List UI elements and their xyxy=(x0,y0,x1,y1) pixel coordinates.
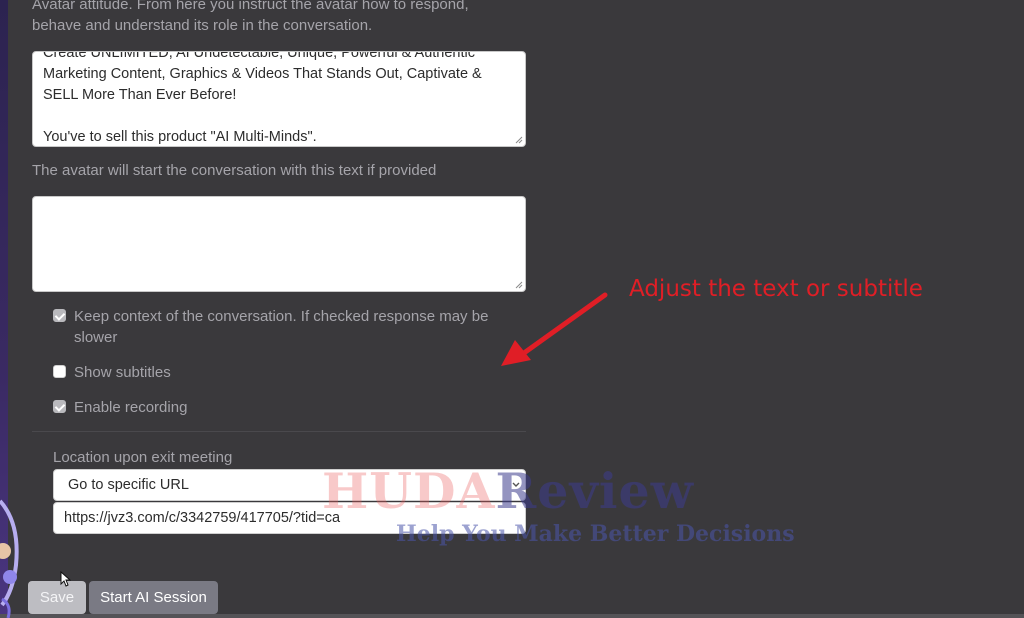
exit-url-value: https://jvz3.com/c/3342759/417705/?tid=c… xyxy=(64,510,341,526)
section-divider xyxy=(32,431,526,432)
mouse-cursor-icon xyxy=(60,571,71,587)
resize-grip-icon[interactable] xyxy=(515,281,523,289)
avatar-decoration-icon xyxy=(0,499,19,618)
avatar-prompt-textarea[interactable]: Create UNLIMITED, AI Undetectable, Uniqu… xyxy=(32,51,526,147)
enable-recording-label: Enable recording xyxy=(74,399,188,416)
keep-context-checkbox[interactable] xyxy=(53,309,66,322)
check-icon xyxy=(54,310,66,321)
save-button[interactable]: Save xyxy=(28,581,86,614)
prompt-line: SELL More Than Ever Before! xyxy=(43,87,237,103)
keep-context-label: Keep context of the conversation. If che… xyxy=(74,308,489,346)
prompt-line: Marketing Content, Graphics & Videos Tha… xyxy=(43,66,482,82)
app-root: Avatar attitude. From here you instruct … xyxy=(0,0,1024,618)
check-icon xyxy=(54,401,66,412)
show-subtitles-checkbox[interactable] xyxy=(53,365,66,378)
annotation-text: Adjust the text or subtitle xyxy=(629,276,923,302)
avatar-attitude-description: Avatar attitude. From here you instruct … xyxy=(32,0,522,36)
prompt-line: You've to sell this product "AI Multi-Mi… xyxy=(43,129,317,145)
watermark-brand-part1: HUDA xyxy=(322,462,496,520)
bottom-scrollbar[interactable] xyxy=(0,614,1024,618)
watermark-tagline: Help You Make Better Decisions xyxy=(396,521,795,547)
prompt-line: Create UNLIMITED, AI Undetectable, Uniqu… xyxy=(43,51,475,61)
prompt-line xyxy=(43,106,519,127)
show-subtitles-label: Show subtitles xyxy=(74,364,171,381)
watermark-logo: HUDAReview xyxy=(322,461,694,521)
enable-recording-checkbox[interactable] xyxy=(53,400,66,413)
annotation-arrow-icon xyxy=(501,292,608,366)
intro-line-2: behave and understand its role in the co… xyxy=(32,17,373,34)
greeting-label: The avatar will start the conversation w… xyxy=(32,162,437,179)
exit-location-label: Location upon exit meeting xyxy=(53,449,233,466)
exit-location-selected: Go to specific URL xyxy=(68,477,189,493)
watermark-brand-part2: Review xyxy=(495,462,694,520)
avatar-prompt-content: Create UNLIMITED, AI Undetectable, Uniqu… xyxy=(43,51,519,146)
resize-grip-icon[interactable] xyxy=(515,136,523,144)
greeting-textarea[interactable] xyxy=(32,196,526,292)
intro-line-1: Avatar attitude. From here you instruct … xyxy=(32,0,469,13)
start-ai-session-button[interactable]: Start AI Session xyxy=(89,581,218,614)
